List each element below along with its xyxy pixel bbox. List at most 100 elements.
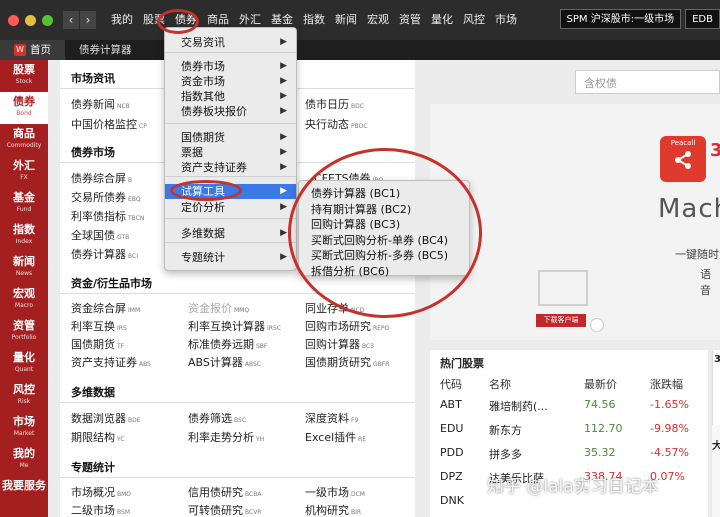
top-menu-item-8[interactable]: 宏观 <box>362 0 394 40</box>
link-bond-calendar[interactable]: 债市日历 BDC <box>305 96 364 112</box>
menu-item-2[interactable]: 资金市场 ▶ <box>165 74 296 89</box>
link-repo-research[interactable]: 回购市场研究 REPO <box>305 318 389 334</box>
top-menu-item-0[interactable]: 我的 <box>106 0 138 40</box>
link-term-structure[interactable]: 期限结构 YC <box>71 429 125 445</box>
link-bond-calculator[interactable]: 债券计算器 BCI <box>71 246 138 262</box>
sidebar-item-11[interactable]: 市场 Market <box>0 412 48 444</box>
menu-item-6[interactable]: 票据 ▶ <box>165 145 296 160</box>
menu-item-7[interactable]: 资产支持证券 ▶ <box>165 160 296 175</box>
sidebar-item-1[interactable]: 债券 Bond <box>0 92 48 124</box>
top-menu-item-6[interactable]: 指数 <box>298 0 330 40</box>
link-bond-news[interactable]: 债券新闻 NCB <box>71 96 130 112</box>
back-arrow-icon[interactable]: ‹ <box>63 11 79 29</box>
hot-stocks-header[interactable]: 代码 <box>440 376 462 392</box>
edb-button[interactable]: EDB <box>685 9 720 29</box>
link-secondary-market[interactable]: 二级市场 BSM <box>71 502 130 517</box>
sidebar-item-3[interactable]: 外汇 FX <box>0 156 48 188</box>
tab-home[interactable]: W 首页 <box>0 40 65 60</box>
sidebar-item-4[interactable]: 基金 Fund <box>0 188 48 220</box>
sidebar-item-0[interactable]: 股票 Stock <box>0 60 48 92</box>
link-exchange-bond[interactable]: 交易所债券 EBQ <box>71 189 141 205</box>
top-menu-item-12[interactable]: 市场 <box>490 0 522 40</box>
link-rate-bond[interactable]: 利率债指标 TBCN <box>71 208 144 224</box>
hot-stock-price[interactable]: 35.32 <box>584 446 616 459</box>
menu-item-10[interactable]: 多维数据 ▶ <box>165 226 296 241</box>
hot-stock-code[interactable]: DPZ <box>440 470 463 483</box>
hot-stocks-header[interactable]: 涨跌幅 <box>650 376 683 392</box>
menu-item-3[interactable]: 指数其他 ▶ <box>165 89 296 104</box>
link-bond-filter[interactable]: 债券筛选 BSC <box>188 410 246 426</box>
link-bond-forward[interactable]: 标准债券远期 SBF <box>188 336 267 352</box>
hot-stocks-header[interactable]: 最新价 <box>584 376 617 392</box>
sidebar-item-12[interactable]: 我的 Me <box>0 444 48 476</box>
link-abs[interactable]: 资产支持证券 ABS <box>71 354 151 370</box>
link-cn-price-monitor[interactable]: 中国价格监控 CP <box>71 116 147 132</box>
section-special-stats: 专题统计 <box>71 461 115 474</box>
zoom-window-button[interactable] <box>42 14 53 26</box>
link-treasury-futures[interactable]: 国债期货 TF <box>71 336 124 352</box>
sidebar-item-2[interactable]: 商品 Commodity <box>0 124 48 156</box>
link-irs-calculator[interactable]: 利率互换计算器 IRSC <box>188 318 281 334</box>
forward-arrow-icon[interactable]: › <box>80 11 96 29</box>
sidebar-item-sublabel: Stock <box>15 78 33 85</box>
hot-stock-change[interactable]: -9.98% <box>650 422 689 435</box>
link-market-overview[interactable]: 市场概况 BMO <box>71 484 131 500</box>
link-deep-data[interactable]: 深度资料 F9 <box>305 410 358 426</box>
link-fund-screen[interactable]: 资金综合屏 IMM <box>71 300 140 316</box>
menu-item-1[interactable]: 债券市场 ▶ <box>165 59 296 74</box>
search-input[interactable]: 含权债 <box>575 70 720 94</box>
menu-item-4[interactable]: 债券板块报价 ▶ <box>165 104 296 119</box>
menu-item-5[interactable]: 国债期货 ▶ <box>165 130 296 145</box>
sidebar-item-9[interactable]: 量化 Quant <box>0 348 48 380</box>
hot-stock-change[interactable]: -1.65% <box>650 398 689 411</box>
section-multi-data: 多维数据 <box>71 386 115 399</box>
link-institution-research[interactable]: 机构研究 BIR <box>305 502 361 517</box>
market-selector[interactable]: SPM 沪深股市:一级市场 <box>559 9 682 29</box>
hot-stock-change[interactable]: -4.57% <box>650 446 689 459</box>
banner-subtitle-2: 语音 <box>700 268 711 297</box>
link-primary-market[interactable]: 一级市场 DCM <box>305 484 365 500</box>
link-excel-plugin[interactable]: Excel插件 RE <box>305 429 366 445</box>
link-irs[interactable]: 利率互换 IRS <box>71 318 127 334</box>
sidebar-item-5[interactable]: 指数 Index <box>0 220 48 252</box>
link-futures-research[interactable]: 国债期货研究 GBFR <box>305 354 389 370</box>
download-client-button[interactable]: 下载客户端 <box>536 314 586 327</box>
link-credit-research[interactable]: 信用债研究 BCBA <box>188 484 261 500</box>
hot-stock-name[interactable]: 雅培制药(... <box>489 398 548 414</box>
link-bond-screen[interactable]: 债券综合屏 B <box>71 170 132 186</box>
link-abs-calculator[interactable]: ABS计算器 ABSC <box>188 354 261 370</box>
hot-stock-price[interactable]: 112.70 <box>584 422 623 435</box>
top-menu-item-10[interactable]: 量化 <box>426 0 458 40</box>
sidebar-item-6[interactable]: 新闻 News <box>0 252 48 284</box>
top-menu-item-11[interactable]: 风控 <box>458 0 490 40</box>
menu-item-0[interactable]: 交易资讯 ▶ <box>165 35 296 50</box>
sidebar-item-sublabel: Index <box>15 238 33 245</box>
link-rate-trend[interactable]: 利率走势分析 YH <box>188 429 264 445</box>
menu-item-9[interactable]: 定价分析 ▶ <box>165 200 296 215</box>
link-central-bank[interactable]: 央行动态 PBOC <box>305 116 368 132</box>
hot-stock-code[interactable]: ABT <box>440 398 462 411</box>
close-window-button[interactable] <box>8 14 19 26</box>
minimize-window-button[interactable] <box>25 14 36 26</box>
menu-item-11[interactable]: 专题统计 ▶ <box>165 250 296 265</box>
sidebar-item-8[interactable]: 资管 Portfolio <box>0 316 48 348</box>
hot-stock-name[interactable]: 拼多多 <box>489 446 522 462</box>
tab-bond-calculator[interactable]: 债券计算器 <box>65 40 146 60</box>
link-data-browser[interactable]: 数据浏览器 BDE <box>71 410 141 426</box>
top-menu-item-9[interactable]: 资管 <box>394 0 426 40</box>
hot-stock-name[interactable]: 新东方 <box>489 422 522 438</box>
top-menu-item-7[interactable]: 新闻 <box>330 0 362 40</box>
sidebar-item-7[interactable]: 宏观 Macro <box>0 284 48 316</box>
sidebar-item-10[interactable]: 风控 Risk <box>0 380 48 412</box>
hot-stock-price[interactable]: 74.56 <box>584 398 616 411</box>
hot-stock-code[interactable]: EDU <box>440 422 463 435</box>
link-fund-quote[interactable]: 资金报价 MMQ <box>188 300 249 316</box>
link-repo-calculator[interactable]: 回购计算器 BC3 <box>305 336 374 352</box>
hot-stocks-header[interactable]: 名称 <box>489 376 511 392</box>
hot-stock-code[interactable]: PDD <box>440 446 464 459</box>
link-convertible-research[interactable]: 可转债研究 BCVR <box>188 502 261 517</box>
hot-stock-code[interactable]: DNK <box>440 494 464 507</box>
sidebar-item-13[interactable]: 我要服务 <box>0 476 48 508</box>
link-global-bond[interactable]: 全球国债 GTB <box>71 227 129 243</box>
carousel-dot[interactable] <box>590 318 604 332</box>
